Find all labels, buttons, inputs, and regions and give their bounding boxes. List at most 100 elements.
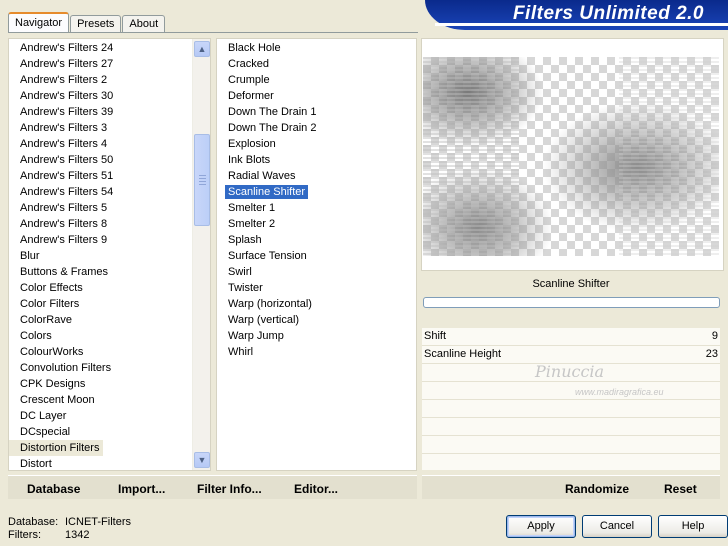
status-database: Database: ICNET-Filters bbox=[8, 516, 131, 528]
list-item[interactable]: Buttons & Frames bbox=[9, 264, 192, 280]
param-row-shift[interactable]: Shift 9 bbox=[422, 328, 720, 346]
category-list-panel: Andrew's Filters 24 Andrew's Filters 27 An… bbox=[8, 38, 211, 471]
list-item[interactable]: Andrew's Filters 4 bbox=[9, 136, 192, 152]
list-item[interactable]: Andrew's Filters 5 bbox=[9, 200, 192, 216]
tab-presets[interactable]: Presets bbox=[70, 15, 122, 33]
tab-navigator[interactable]: Navigator bbox=[8, 12, 70, 33]
list-item[interactable]: Radial Waves bbox=[217, 168, 416, 184]
status-filters-value: 1342 bbox=[65, 529, 90, 541]
list-item-label: Color Filters bbox=[20, 298, 80, 310]
list-item-label: Andrew's Filters 2 bbox=[20, 74, 108, 86]
list-item[interactable]: Crescent Moon bbox=[9, 392, 192, 408]
list-item[interactable]: Andrew's Filters 30 bbox=[9, 88, 192, 104]
list-item-label: Warp Jump bbox=[228, 330, 284, 342]
list-item[interactable]: Andrew's Filters 39 bbox=[9, 104, 192, 120]
scroll-down-button[interactable]: ▼ bbox=[194, 452, 210, 468]
list-item[interactable]: Distortion Filters bbox=[9, 440, 104, 456]
list-item[interactable]: CPK Designs bbox=[9, 376, 192, 392]
preview-image[interactable] bbox=[423, 57, 719, 256]
scanline-band bbox=[423, 57, 519, 256]
list-item[interactable]: Swirl bbox=[217, 264, 416, 280]
list-item[interactable]: Andrew's Filters 9 bbox=[9, 232, 192, 248]
help-button[interactable]: Help bbox=[658, 515, 728, 538]
list-item-label: Radial Waves bbox=[228, 170, 296, 182]
param-value[interactable]: 23 bbox=[706, 348, 718, 360]
list-item[interactable]: Explosion bbox=[217, 136, 416, 152]
list-item[interactable]: Andrew's Filters 2 bbox=[9, 72, 192, 88]
filter-list[interactable]: Black Hole Cracked Crumple Deformer Down The… bbox=[217, 39, 416, 470]
list-item[interactable]: Splash bbox=[217, 232, 416, 248]
category-scrollbar[interactable]: ▲ ▼ bbox=[192, 39, 210, 470]
list-item[interactable]: Blur bbox=[9, 248, 192, 264]
list-item-label: Ink Blots bbox=[228, 154, 271, 166]
list-item[interactable]: Cracked bbox=[217, 56, 416, 72]
list-item[interactable]: Andrew's Filters 50 bbox=[9, 152, 192, 168]
list-item-label: Splash bbox=[228, 234, 262, 246]
list-item-label: Andrew's Filters 4 bbox=[20, 138, 108, 150]
list-item-label: ColorRave bbox=[20, 314, 72, 326]
status-database-value: ICNET-Filters bbox=[65, 516, 131, 528]
list-item[interactable]: ColourWorks bbox=[9, 344, 192, 360]
param-label: Shift bbox=[424, 330, 447, 342]
scroll-up-button[interactable]: ▲ bbox=[194, 41, 210, 57]
list-item[interactable]: Andrew's Filters 24 bbox=[9, 40, 192, 56]
category-list[interactable]: Andrew's Filters 24 Andrew's Filters 27 An… bbox=[9, 39, 192, 470]
list-item-label: Color Effects bbox=[20, 282, 83, 294]
param-label: Scanline Height bbox=[424, 348, 502, 360]
reset-button[interactable]: Reset bbox=[664, 482, 697, 496]
list-item[interactable]: Whirl bbox=[217, 344, 416, 360]
tab-about[interactable]: About bbox=[122, 15, 166, 33]
list-item[interactable]: Scanline Shifter bbox=[217, 184, 416, 200]
scroll-thumb[interactable] bbox=[194, 134, 210, 226]
list-item-label: Convolution Filters bbox=[20, 362, 112, 374]
list-item[interactable]: Surface Tension bbox=[217, 248, 416, 264]
list-item[interactable]: Deformer bbox=[217, 88, 416, 104]
list-item[interactable]: Warp Jump bbox=[217, 328, 416, 344]
list-item[interactable]: Smelter 2 bbox=[217, 216, 416, 232]
list-item[interactable]: Andrew's Filters 51 bbox=[9, 168, 192, 184]
list-item[interactable]: Black Hole bbox=[217, 40, 416, 56]
watermark-name: Pinuccia bbox=[535, 362, 605, 381]
list-item[interactable]: ColorRave bbox=[9, 312, 192, 328]
editor-label: Editor... bbox=[294, 482, 339, 496]
progress-bar bbox=[423, 297, 720, 308]
list-item[interactable]: Twister bbox=[217, 280, 416, 296]
list-item[interactable]: Color Filters bbox=[9, 296, 192, 312]
list-item[interactable]: Ink Blots bbox=[217, 152, 416, 168]
filter-info-label: Filter Info... bbox=[197, 482, 262, 496]
list-item[interactable]: Down The Drain 2 bbox=[217, 120, 416, 136]
import-button[interactable]: Import... bbox=[118, 482, 165, 496]
list-item[interactable]: Smelter 1 bbox=[217, 200, 416, 216]
list-item[interactable]: Color Effects bbox=[9, 280, 192, 296]
editor-button[interactable]: Editor... bbox=[294, 482, 338, 496]
filter-info-button[interactable]: Filter Info... bbox=[197, 482, 262, 496]
import-label: Import... bbox=[118, 482, 166, 496]
right-action-bar: Randomize Reset bbox=[422, 475, 720, 499]
list-item[interactable]: Colors bbox=[9, 328, 192, 344]
list-item[interactable]: Andrew's Filters 8 bbox=[9, 216, 192, 232]
list-item[interactable]: Warp (horizontal) bbox=[217, 296, 416, 312]
database-button[interactable]: Database bbox=[27, 482, 80, 496]
list-item-label: Deformer bbox=[228, 90, 274, 102]
param-row-empty bbox=[422, 400, 720, 418]
list-item[interactable]: Andrew's Filters 54 bbox=[9, 184, 192, 200]
list-item[interactable]: Convolution Filters bbox=[9, 360, 192, 376]
list-item-label: Black Hole bbox=[228, 42, 281, 54]
tab-bar: Navigator Presets About bbox=[8, 12, 166, 33]
left-action-bar: Database Import... Filter Info... Editor… bbox=[8, 475, 417, 499]
list-item-label: Down The Drain 2 bbox=[228, 122, 317, 134]
list-item[interactable]: DCspecial bbox=[9, 424, 192, 440]
list-item[interactable]: DC Layer bbox=[9, 408, 192, 424]
list-item[interactable]: Andrew's Filters 3 bbox=[9, 120, 192, 136]
list-item[interactable]: Andrew's Filters 27 bbox=[9, 56, 192, 72]
randomize-button[interactable]: Randomize bbox=[565, 482, 629, 496]
list-item[interactable]: Down The Drain 1 bbox=[217, 104, 416, 120]
status-filters-label: Filters: bbox=[8, 529, 41, 541]
apply-button[interactable]: Apply bbox=[506, 515, 576, 538]
param-value[interactable]: 9 bbox=[712, 330, 718, 342]
list-item[interactable]: Distort bbox=[9, 456, 192, 470]
list-item[interactable]: Warp (vertical) bbox=[217, 312, 416, 328]
cancel-button[interactable]: Cancel bbox=[582, 515, 652, 538]
list-item-label: Twister bbox=[228, 282, 263, 294]
list-item[interactable]: Crumple bbox=[217, 72, 416, 88]
